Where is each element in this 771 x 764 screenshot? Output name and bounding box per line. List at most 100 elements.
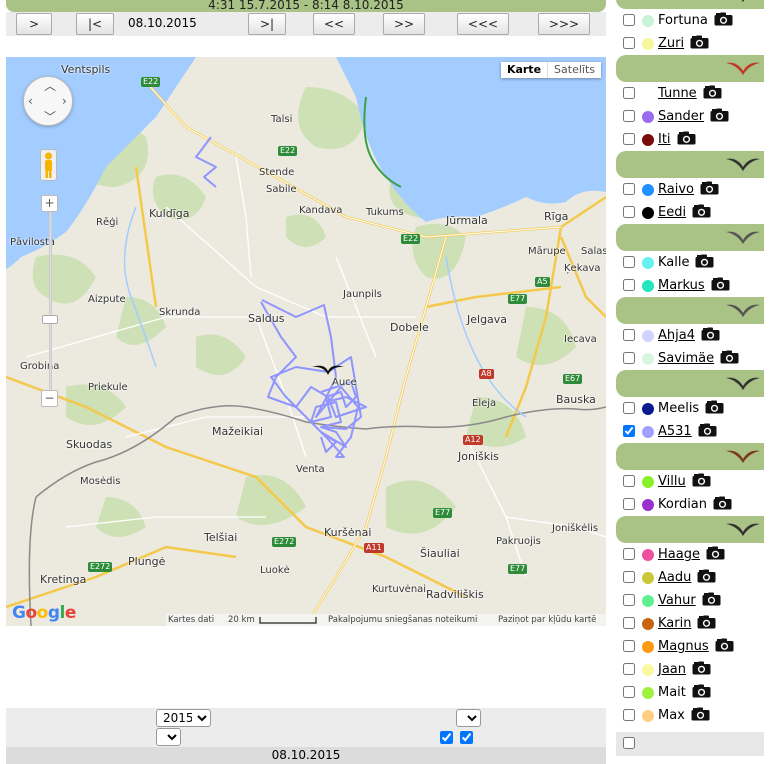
option-checkbox-1[interactable] [440, 731, 453, 744]
camera-icon[interactable] [720, 350, 739, 368]
camera-icon[interactable] [691, 707, 710, 725]
pan-right-icon[interactable]: › [62, 95, 67, 107]
option-checkbox-2[interactable] [460, 731, 473, 744]
bird-item[interactable]: Haage [616, 543, 764, 566]
camera-icon[interactable] [690, 35, 709, 53]
zoom-slider-handle[interactable] [42, 315, 58, 324]
bird-checkbox[interactable] [623, 571, 635, 583]
camera-icon[interactable] [711, 277, 730, 295]
pan-up-icon[interactable]: ︿ [44, 80, 56, 92]
camera-icon[interactable] [702, 592, 721, 610]
bird-name-link[interactable]: Sander [658, 109, 704, 125]
bird-name-link[interactable]: Eedi [658, 205, 686, 221]
bird-checkbox[interactable] [623, 87, 635, 99]
first-button[interactable]: |< [76, 13, 114, 35]
bird-checkbox[interactable] [623, 352, 635, 364]
empty-select-right[interactable] [456, 709, 481, 727]
bird-name-link[interactable]: Savimäe [658, 351, 714, 367]
camera-icon[interactable] [697, 615, 716, 633]
bird-name-link[interactable]: Jaan [658, 662, 686, 678]
map-data-link[interactable]: Kartes dati [168, 614, 214, 626]
bird-name-link[interactable]: Iti [658, 132, 671, 148]
bird-item[interactable]: Zuri [616, 32, 764, 55]
bird-checkbox[interactable] [623, 256, 635, 268]
bird-checkbox[interactable] [623, 594, 635, 606]
prev-step-button[interactable]: << [313, 13, 355, 35]
next-button[interactable]: > [16, 13, 52, 35]
bird-checkbox[interactable] [623, 206, 635, 218]
camera-icon[interactable] [714, 12, 733, 30]
camera-icon[interactable] [701, 327, 720, 345]
bird-checkbox[interactable] [623, 133, 635, 145]
camera-icon[interactable] [703, 85, 722, 103]
camera-icon[interactable] [692, 661, 711, 679]
bird-item[interactable]: Tunne [616, 82, 764, 105]
bird-name-link[interactable]: Zuri [658, 36, 684, 52]
bird-checkbox[interactable] [623, 14, 635, 26]
bird-name-link[interactable]: Markus [658, 278, 705, 294]
camera-icon[interactable] [700, 181, 719, 199]
bird-checkbox[interactable] [623, 110, 635, 122]
bird-name-link[interactable]: Tunne [658, 86, 697, 102]
camera-icon[interactable] [697, 569, 716, 587]
bird-item[interactable]: Eedi [616, 201, 764, 224]
last-button[interactable]: >| [248, 13, 286, 35]
bird-item[interactable]: Max [616, 704, 764, 727]
bird-checkbox[interactable] [623, 183, 635, 195]
bird-checkbox[interactable] [623, 709, 635, 721]
bird-item[interactable]: Meelis [616, 397, 764, 420]
bird-checkbox[interactable] [623, 475, 635, 487]
bird-item[interactable]: Magnus [616, 635, 764, 658]
bird-name-link[interactable]: Karin [658, 616, 691, 632]
bird-item[interactable]: Sander [616, 105, 764, 128]
bird-item[interactable]: Kordian [616, 493, 764, 516]
select-all-checkbox[interactable] [623, 737, 635, 749]
camera-icon[interactable] [692, 204, 711, 222]
pan-left-icon[interactable]: ‹ [28, 95, 33, 107]
bird-item[interactable]: Villu [616, 470, 764, 493]
bird-item[interactable]: Fortuna [616, 9, 764, 32]
bird-item[interactable]: Vahur [616, 589, 764, 612]
bird-name-link[interactable]: Magnus [658, 639, 709, 655]
bird-checkbox[interactable] [623, 37, 635, 49]
bird-item[interactable]: Aadu [616, 566, 764, 589]
bird-checkbox[interactable] [623, 640, 635, 652]
bird-item[interactable]: Savimäe [616, 347, 764, 370]
terms-link[interactable]: Pakalpojumu sniegšanas noteikumi [328, 614, 477, 626]
report-error-link[interactable]: Paziņot par kļūdu kartē [498, 614, 596, 626]
map-type-satellite-button[interactable]: Satelīts [548, 62, 601, 78]
bird-item[interactable]: Iti [616, 128, 764, 151]
prev-big-button[interactable]: <<< [457, 13, 509, 35]
bird-checkbox[interactable] [623, 686, 635, 698]
bird-name-link[interactable]: Villu [658, 474, 686, 490]
camera-icon[interactable] [692, 473, 711, 491]
bird-name-link[interactable]: Vahur [658, 593, 696, 609]
camera-icon[interactable] [698, 423, 717, 441]
pan-control[interactable]: ︿ ﹀ ‹ › [23, 76, 73, 126]
bird-checkbox[interactable] [623, 329, 635, 341]
next-step-button[interactable]: >> [383, 13, 425, 35]
bird-item[interactable]: Markus [616, 274, 764, 297]
zoom-in-button[interactable]: + [41, 195, 58, 212]
next-big-button[interactable]: >>> [538, 13, 590, 35]
bird-item[interactable]: Ahja4 [616, 324, 764, 347]
bird-checkbox[interactable] [623, 663, 635, 675]
camera-icon[interactable] [695, 254, 714, 272]
camera-icon[interactable] [705, 400, 724, 418]
bird-item[interactable]: Raivo [616, 178, 764, 201]
map-type-karte-button[interactable]: Karte [501, 62, 549, 78]
camera-icon[interactable] [692, 684, 711, 702]
zoom-rail[interactable] [49, 195, 52, 395]
bird-item[interactable]: A531 [616, 420, 764, 443]
bird-checkbox[interactable] [623, 498, 635, 510]
camera-icon[interactable] [677, 131, 696, 149]
camera-icon[interactable] [715, 638, 734, 656]
zoom-out-button[interactable]: − [41, 390, 58, 407]
bird-name-link[interactable]: Aadu [658, 570, 691, 586]
bird-name-link[interactable]: Haage [658, 547, 700, 563]
bird-name-link[interactable]: A531 [658, 424, 692, 440]
bird-item[interactable]: Mait [616, 681, 764, 704]
bird-name-link[interactable]: Raivo [658, 182, 694, 198]
camera-icon[interactable] [706, 546, 725, 564]
bird-checkbox[interactable] [623, 279, 635, 291]
